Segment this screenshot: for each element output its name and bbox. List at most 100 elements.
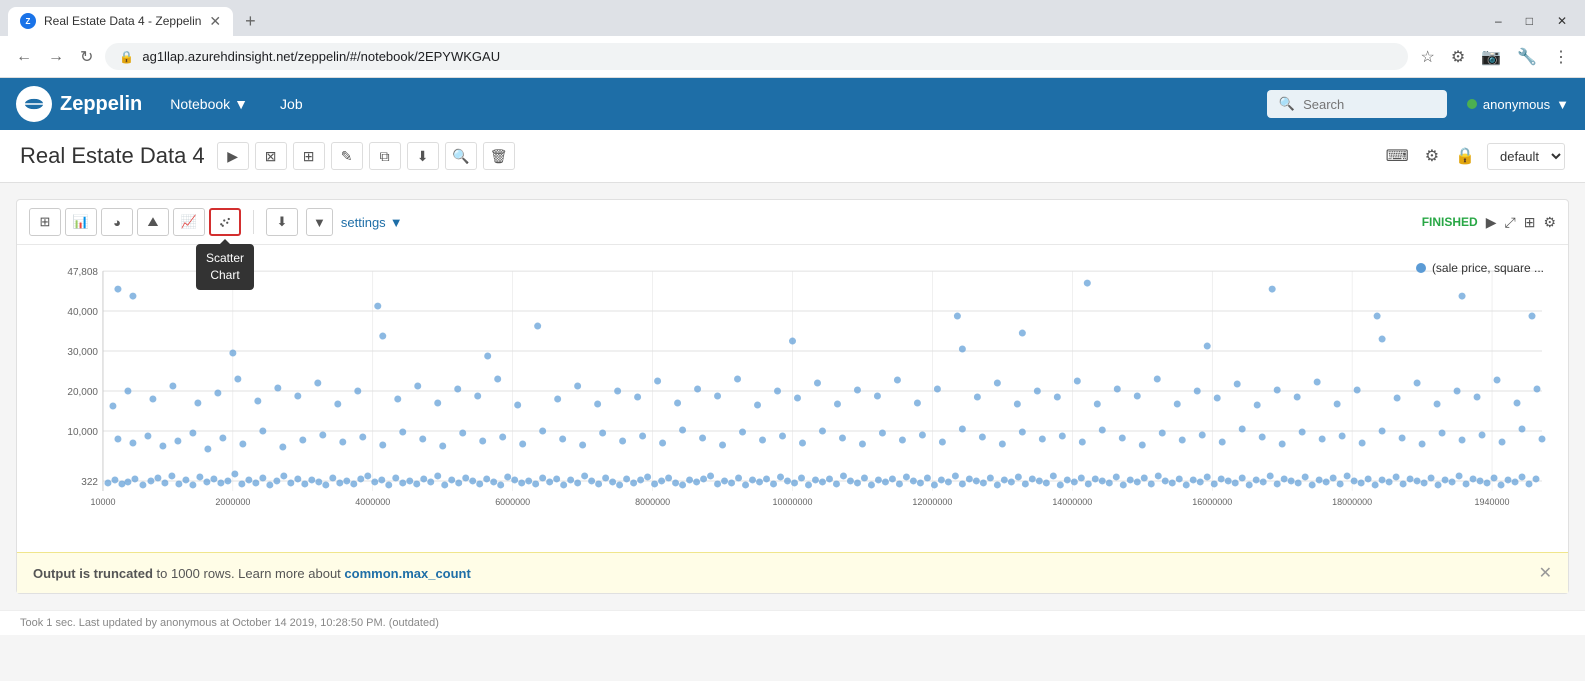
svg-text:40,000: 40,000 <box>67 307 98 318</box>
settings-icon-btn[interactable]: ⚙ <box>1421 142 1443 170</box>
stop-btn[interactable]: ⊠ <box>255 142 287 170</box>
default-dropdown[interactable]: default <box>1487 143 1565 170</box>
user-badge[interactable]: anonymous ▼ <box>1467 97 1569 112</box>
profile-icon[interactable]: ⚙ <box>1447 43 1469 71</box>
cell-show-code-btn[interactable]: ⊞ <box>1524 214 1536 231</box>
search-icon: 🔍 <box>1279 96 1295 112</box>
export-btn[interactable]: ⬇ <box>407 142 439 170</box>
scatter-chart-svg: 47,808 40,000 30,000 20,000 10,000 322 1… <box>33 261 1552 541</box>
more-btn[interactable]: ▼ <box>306 208 333 236</box>
chart-type-buttons: ⊞ 📊 ◕ ⛰ 📈 <box>29 208 241 236</box>
lock-icon-btn[interactable]: 🔒 <box>1451 142 1479 170</box>
extension-icon[interactable]: 🔧 <box>1513 43 1541 71</box>
search-input[interactable] <box>1303 97 1435 112</box>
table-chart-btn[interactable]: ⊞ <box>29 208 61 236</box>
zeppelin-logo-svg <box>22 92 46 116</box>
menu-icon[interactable]: ⋮ <box>1549 43 1573 71</box>
svg-text:6000000: 6000000 <box>495 497 530 507</box>
status-bar: Output is truncated to 1000 rows. Learn … <box>17 552 1568 593</box>
refresh-btn[interactable]: ↻ <box>76 43 97 71</box>
delete-btn[interactable]: 🗑 <box>483 142 515 170</box>
browser-controls-bar: ← → ↻ 🔒 ag1llap.azurehdinsight.net/zeppe… <box>0 36 1585 78</box>
cell-settings-btn[interactable]: ⚙ <box>1543 214 1556 231</box>
notebook-content: ⊞ 📊 ◕ ⛰ 📈 <box>0 183 1585 610</box>
clone-btn[interactable]: ⧉ <box>369 142 401 170</box>
status-bar-close-btn[interactable]: ✕ <box>1539 563 1552 583</box>
maximize-btn[interactable]: □ <box>1516 10 1543 32</box>
svg-text:14000000: 14000000 <box>1052 497 1092 507</box>
new-tab-btn[interactable]: + <box>237 7 264 36</box>
chart-btn-separator <box>253 210 254 234</box>
cell-expand-btn[interactable]: ⤢ <box>1505 214 1516 231</box>
browser-toolbar-icons: ☆ ⚙ 📷 🔧 ⋮ <box>1416 43 1573 71</box>
chart-legend: (sale price, square ... <box>1416 261 1544 275</box>
footer-text: Took 1 sec. Last updated by anonymous at… <box>20 617 439 629</box>
svg-text:47,808: 47,808 <box>67 267 98 278</box>
bookmark-icon[interactable]: ☆ <box>1416 43 1438 71</box>
line-chart-btn[interactable]: 📈 <box>173 208 205 236</box>
truncated-bold-text: Output is truncated <box>33 566 153 581</box>
cell-toolbar-right: FINISHED ▶ ⤢ ⊞ ⚙ <box>1422 214 1556 231</box>
app-navbar: Zeppelin Notebook ▼ Job 🔍 anonymous ▼ <box>0 78 1585 130</box>
svg-text:10000: 10000 <box>90 497 115 507</box>
tab-title: Real Estate Data 4 - Zeppelin <box>44 14 201 28</box>
page-header-icons: ▶ ⊠ ⊞ ✎ ⧉ ⬇ 🔍 🗑 <box>217 142 515 170</box>
pie-chart-btn[interactable]: ◕ <box>101 208 133 236</box>
nav-notebook[interactable]: Notebook ▼ <box>162 92 256 116</box>
keyboard-shortcut-btn[interactable]: ⌨ <box>1382 142 1413 170</box>
svg-text:12000000: 12000000 <box>912 497 952 507</box>
address-bar[interactable]: 🔒 ag1llap.azurehdinsight.net/zeppelin/#/… <box>105 43 1408 70</box>
address-text: ag1llap.azurehdinsight.net/zeppelin/#/no… <box>142 49 500 64</box>
user-name: anonymous <box>1483 97 1550 112</box>
chart-svg-container: 47,808 40,000 30,000 20,000 10,000 322 1… <box>17 261 1568 544</box>
forward-btn[interactable]: → <box>44 44 68 70</box>
svg-text:1940000: 1940000 <box>1475 497 1510 507</box>
minimize-btn[interactable]: – <box>1485 10 1512 32</box>
cell-run-btn[interactable]: ▶ <box>1486 214 1497 231</box>
show-code-btn[interactable]: ⊞ <box>293 142 325 170</box>
svg-text:10,000: 10,000 <box>67 427 98 438</box>
legend-label: (sale price, square ... <box>1432 261 1544 275</box>
browser-chrome: Z Real Estate Data 4 - Zeppelin ✕ + – □ … <box>0 0 1585 78</box>
nav-job[interactable]: Job <box>272 92 311 116</box>
run-all-btn[interactable]: ▶ <box>217 142 249 170</box>
svg-text:10000000: 10000000 <box>773 497 813 507</box>
close-btn[interactable]: ✕ <box>1547 10 1577 32</box>
svg-text:30,000: 30,000 <box>67 347 98 358</box>
footer: Took 1 sec. Last updated by anonymous at… <box>0 610 1585 635</box>
legend-dot <box>1416 263 1426 273</box>
zeppelin-logo: Zeppelin <box>16 86 142 122</box>
svg-text:16000000: 16000000 <box>1192 497 1232 507</box>
chart-area: (sale price, square ... <box>17 245 1568 552</box>
svg-text:18000000: 18000000 <box>1332 497 1372 507</box>
scatter-chart-btn[interactable] <box>209 208 241 236</box>
bar-chart-btn[interactable]: 📊 <box>65 208 97 236</box>
window-controls: – □ ✕ <box>1485 10 1577 32</box>
svg-text:4000000: 4000000 <box>355 497 390 507</box>
back-btn[interactable]: ← <box>12 44 36 70</box>
edit-btn[interactable]: ✎ <box>331 142 363 170</box>
camera-icon[interactable]: 📷 <box>1477 43 1505 71</box>
browser-tab[interactable]: Z Real Estate Data 4 - Zeppelin ✕ <box>8 7 233 36</box>
cell-container: ⊞ 📊 ◕ ⛰ 📈 <box>16 199 1569 594</box>
user-online-dot <box>1467 99 1477 109</box>
search-btn[interactable]: 🔍 <box>445 142 477 170</box>
tab-close-btn[interactable]: ✕ <box>209 13 221 30</box>
settings-dropdown-icon: ▼ <box>390 215 403 230</box>
scatter-icon-svg <box>219 215 231 229</box>
nav-menu: Notebook ▼ Job <box>162 92 310 116</box>
svg-text:20,000: 20,000 <box>67 387 98 398</box>
user-dropdown-icon: ▼ <box>1556 97 1569 112</box>
settings-btn[interactable]: settings ▼ <box>341 215 403 230</box>
page-header: Real Estate Data 4 ▶ ⊠ ⊞ ✎ ⧉ ⬇ 🔍 🗑 ⌨ ⚙ 🔒… <box>0 130 1585 183</box>
status-bar-message: to 1000 rows. Learn more about <box>157 566 345 581</box>
svg-text:2000000: 2000000 <box>215 497 250 507</box>
max-count-link[interactable]: common.max_count <box>344 566 470 581</box>
zeppelin-logo-circle <box>16 86 52 122</box>
notebook-dropdown-icon: ▼ <box>234 96 248 112</box>
tab-favicon: Z <box>20 13 36 29</box>
download-btn[interactable]: ⬇ <box>266 208 298 236</box>
search-box[interactable]: 🔍 <box>1267 90 1447 118</box>
svg-text:8000000: 8000000 <box>635 497 670 507</box>
area-chart-btn[interactable]: ⛰ <box>137 208 169 236</box>
